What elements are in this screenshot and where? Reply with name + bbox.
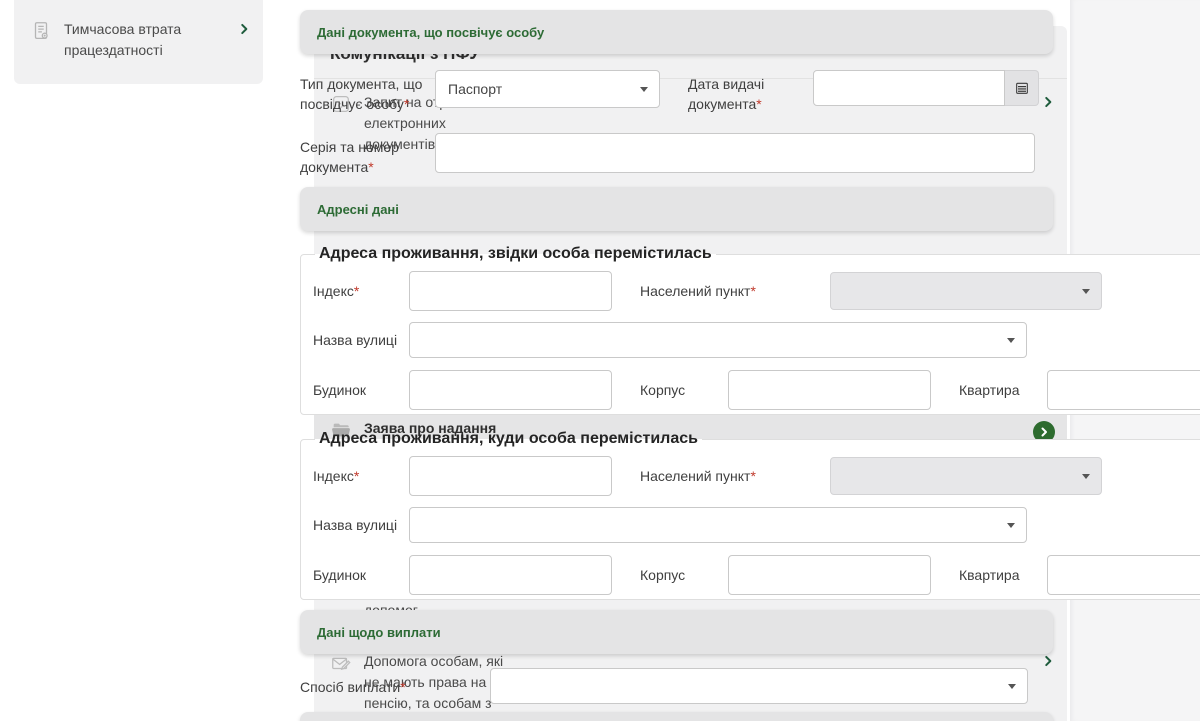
street-from-select[interactable] — [409, 322, 1027, 358]
address-to-row-1: Індекс* Населений пункт* — [313, 456, 1200, 496]
chevron-down-icon — [1082, 289, 1090, 294]
sidebar-item-temp-disability[interactable]: Тимчасова втрата працездатності — [14, 10, 263, 70]
doc-number-input[interactable] — [435, 133, 1035, 173]
settlement-from-select[interactable] — [830, 272, 1102, 310]
chevron-right-icon — [237, 22, 251, 36]
apartment-from-input[interactable] — [1047, 370, 1200, 410]
row-document-type: Тип документа, що посвідчує особу* Паспо… — [300, 70, 1053, 114]
address-from-legend: Адреса проживання, звідки особа переміст… — [315, 245, 716, 263]
index-label: Індекс* — [313, 282, 399, 300]
issue-date-group — [813, 70, 1039, 106]
building-label: Будинок — [313, 381, 399, 399]
required-asterisk: * — [756, 96, 761, 112]
required-asterisk: * — [354, 468, 359, 484]
apartment-label: Квартира — [959, 566, 1021, 584]
required-asterisk: * — [404, 96, 409, 112]
index-from-input[interactable] — [409, 271, 612, 311]
required-asterisk: * — [750, 283, 755, 299]
chevron-down-icon — [640, 87, 648, 92]
section-header-document-data: Дані документа, що посвічує особу — [300, 10, 1053, 54]
settlement-label: Населений пункт* — [640, 467, 800, 485]
calendar-icon — [1014, 80, 1030, 96]
address-to-fieldset: Адреса проживання, куди особа перемістил… — [300, 430, 1200, 600]
building-to-input[interactable] — [409, 555, 612, 595]
address-from-row-1: Індекс* Населений пункт* — [313, 271, 1200, 311]
building-from-input[interactable] — [409, 370, 612, 410]
chevron-down-icon — [1082, 474, 1090, 479]
chevron-down-icon — [1007, 523, 1015, 528]
required-asterisk: * — [400, 679, 405, 695]
sidebar-block-top: Тимчасова втрата працездатності — [14, 0, 263, 84]
block-from-input[interactable] — [728, 370, 931, 410]
street-label: Назва вулиці — [313, 331, 399, 349]
section-header-payment-data: Дані щодо виплати — [300, 610, 1053, 654]
building-label: Будинок — [313, 566, 399, 584]
street-to-select[interactable] — [409, 507, 1027, 543]
doc-type-value: Паспорт — [448, 81, 502, 97]
prescription-icon — [30, 20, 52, 42]
address-to-row-2: Назва вулиці — [313, 507, 1200, 543]
address-from-row-2: Назва вулиці — [313, 322, 1200, 358]
address-to-legend: Адреса проживання, куди особа перемістил… — [315, 430, 702, 448]
chevron-down-icon — [1008, 684, 1016, 689]
section-title: Дані щодо виплати — [317, 625, 441, 640]
index-to-input[interactable] — [409, 456, 612, 496]
index-label: Індекс* — [313, 467, 399, 485]
section-header-next-partial — [300, 712, 1053, 721]
required-asterisk: * — [368, 159, 373, 175]
doc-type-label: Тип документа, що посвідчує особу* — [300, 70, 425, 114]
calendar-button[interactable] — [1005, 70, 1039, 106]
address-from-fieldset: Адреса проживання, звідки особа переміст… — [300, 245, 1200, 415]
payment-method-select[interactable] — [490, 668, 1028, 704]
sidebar: Тимчасова втрата працездатності Комуніка… — [14, 0, 263, 84]
issue-date-input[interactable] — [813, 70, 1005, 106]
row-payment-method: Спосіб виплати* — [300, 668, 1053, 704]
address-from-row-3: Будинок Корпус Квартира — [313, 370, 1200, 410]
settlement-to-select[interactable] — [830, 457, 1102, 495]
chevron-down-icon — [1007, 338, 1015, 343]
section-header-address-data: Адресні дані — [300, 187, 1053, 231]
doc-type-select[interactable]: Паспорт — [435, 70, 660, 108]
apartment-label: Квартира — [959, 381, 1021, 399]
block-label: Корпус — [640, 381, 698, 399]
section-title: Адресні дані — [317, 202, 399, 217]
block-to-input[interactable] — [728, 555, 931, 595]
street-label: Назва вулиці — [313, 516, 399, 534]
payment-method-label: Спосіб виплати* — [300, 668, 480, 697]
issue-date-label: Дата видачі документа* — [688, 70, 803, 114]
sidebar-item-label: Тимчасова втрата працездатності — [64, 19, 218, 61]
row-document-number: Серія та номер документа* — [300, 133, 1053, 177]
block-label: Корпус — [640, 566, 698, 584]
apartment-to-input[interactable] — [1047, 555, 1200, 595]
required-asterisk: * — [354, 283, 359, 299]
address-to-row-3: Будинок Корпус Квартира — [313, 555, 1200, 595]
required-asterisk: * — [750, 468, 755, 484]
section-title: Дані документа, що посвічує особу — [317, 25, 544, 40]
application-form: Дані документа, що посвічує особу Тип до… — [300, 0, 1053, 721]
doc-number-label: Серія та номер документа* — [300, 133, 425, 177]
settlement-label: Населений пункт* — [640, 282, 800, 300]
